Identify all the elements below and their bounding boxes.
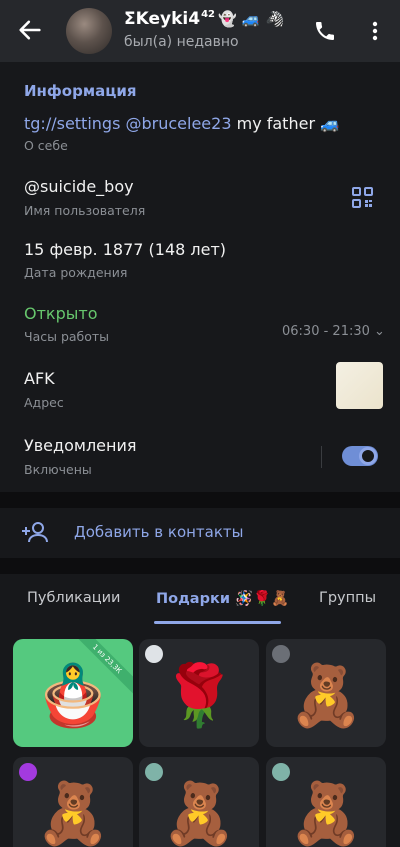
settings-link[interactable]: tg://settings bbox=[24, 114, 120, 133]
profile-tabs: Публикации Подарки 🪅🌹🧸 Группы bbox=[0, 574, 400, 624]
username-value[interactable]: @suicide_boy bbox=[24, 177, 134, 196]
phone-icon[interactable] bbox=[313, 19, 337, 43]
hours-range[interactable]: 06:30 - 21:30 ⌄ bbox=[282, 324, 385, 339]
notifications-toggle[interactable] bbox=[342, 446, 378, 466]
address-label: Адрес bbox=[24, 395, 64, 410]
address-value[interactable]: AFK bbox=[24, 369, 55, 388]
gift-item[interactable]: 🧸 bbox=[266, 639, 386, 747]
add-contact-label: Добавить в контакты bbox=[74, 523, 244, 541]
qr-code-icon[interactable] bbox=[352, 187, 373, 208]
gift-item[interactable]: 🧸 bbox=[13, 757, 133, 847]
add-contact-button[interactable]: Добавить в контакты bbox=[0, 508, 400, 558]
toggle-knob bbox=[359, 447, 377, 465]
notifications-label: Включены bbox=[24, 462, 92, 477]
top-bar: ΣKeyki442 👻 🚙 🦓 был(а) недавно bbox=[0, 0, 400, 62]
rose-icon: 🌹 bbox=[161, 661, 237, 731]
username-label: Имя пользователя bbox=[24, 203, 146, 218]
gift-item[interactable]: 🌹 bbox=[139, 639, 259, 747]
teddy-bear-icon: 🧸 bbox=[35, 779, 111, 847]
tab-publications[interactable]: Публикации bbox=[27, 590, 120, 606]
gift-item[interactable]: 1 из 23,3К 🪆 bbox=[13, 639, 133, 747]
avatar[interactable] bbox=[66, 8, 112, 54]
teddy-bear-icon: 🧸 bbox=[288, 779, 364, 847]
hours-label: Часы работы bbox=[24, 329, 110, 344]
mention-link[interactable]: @brucelee23 bbox=[126, 114, 232, 133]
notifications-title: Уведомления bbox=[24, 436, 137, 455]
add-user-icon bbox=[22, 522, 48, 543]
teddy-bear-icon: 🧸 bbox=[161, 779, 237, 847]
voodoo-doll-icon: 🪆 bbox=[35, 661, 111, 731]
more-vertical-icon[interactable] bbox=[366, 19, 384, 43]
gift-item[interactable]: 🧸 bbox=[266, 757, 386, 847]
teddy-bear-icon: 🧸 bbox=[288, 661, 364, 731]
map-thumbnail[interactable] bbox=[336, 362, 383, 409]
profile-title: ΣKeyki442 👻 🚙 🦓 bbox=[124, 9, 285, 29]
last-seen-status: был(а) недавно bbox=[124, 34, 239, 50]
birthday-label: Дата рождения bbox=[24, 265, 128, 280]
bio-label: О себе bbox=[24, 138, 68, 153]
birthday-value: 15 февр. 1877 (148 лет) bbox=[24, 240, 227, 259]
hours-status[interactable]: Открыто bbox=[24, 304, 97, 323]
back-arrow-icon[interactable] bbox=[16, 16, 44, 44]
info-section: Информация tg://settings @brucelee23 my … bbox=[0, 62, 400, 492]
gift-item[interactable]: 🧸 bbox=[139, 757, 259, 847]
divider bbox=[321, 446, 322, 468]
gifts-grid: 1 из 23,3К 🪆 🌹 🧸 🧸 🧸 🧸 bbox=[0, 624, 400, 847]
bio-value: tg://settings @brucelee23 my father 🚙 bbox=[24, 114, 341, 133]
tab-groups[interactable]: Группы bbox=[319, 590, 376, 606]
tab-gifts[interactable]: Подарки 🪅🌹🧸 bbox=[156, 590, 289, 607]
section-title: Информация bbox=[24, 82, 137, 100]
